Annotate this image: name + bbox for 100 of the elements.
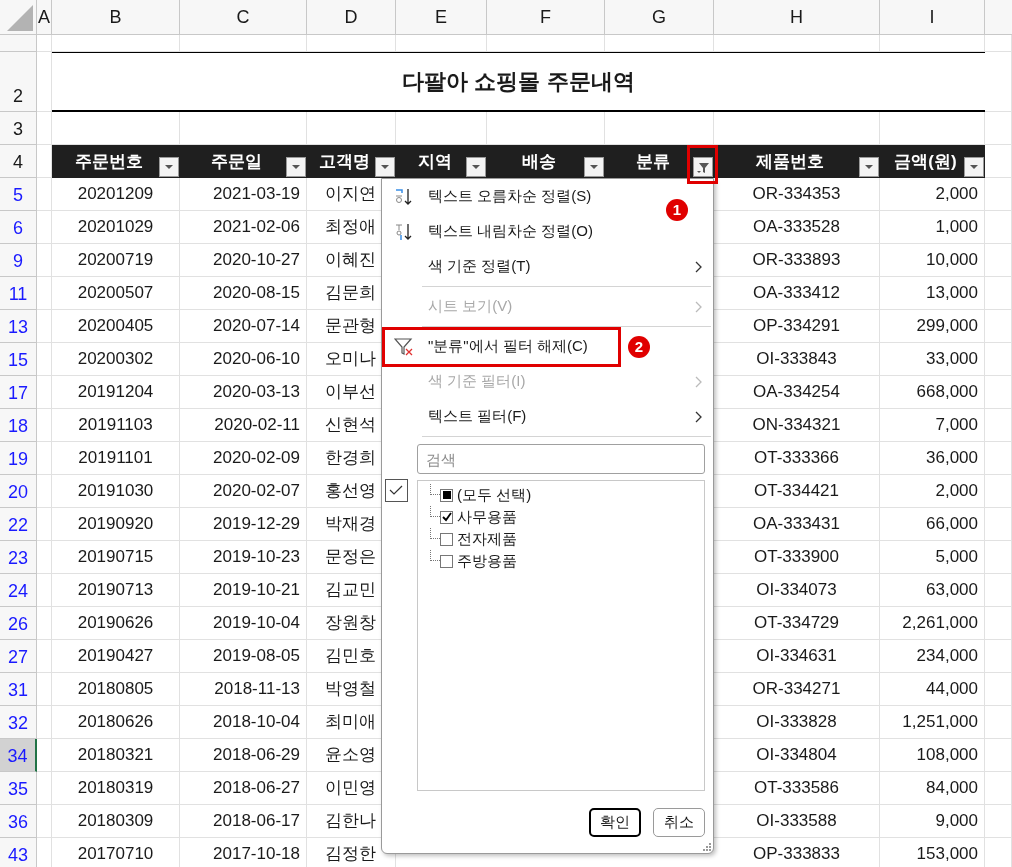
highlight-box: [687, 145, 718, 184]
checkbox[interactable]: [440, 488, 453, 502]
menu-item[interactable]: "분류"에서 필터 해제(C): [382, 329, 598, 364]
customer-cell-text: 이민영: [325, 777, 376, 800]
filter-button[interactable]: [375, 157, 395, 177]
search-field[interactable]: 검색: [417, 444, 705, 474]
menu-item[interactable]: 텍스트 내림차순 정렬(O): [382, 214, 603, 249]
filter-button[interactable]: [693, 157, 713, 177]
resize-grip-icon: [703, 843, 711, 851]
filter-button[interactable]: [964, 157, 984, 177]
amount-cell-text: 668,000: [916, 381, 978, 404]
order-number-cell-text: 20191101: [78, 447, 153, 470]
product-number-cell-text: OI-333843: [756, 348, 837, 371]
checkbox[interactable]: [440, 510, 453, 524]
customer-cell-text: 김교민: [325, 579, 376, 602]
order-number-cell-text: 20180309: [77, 810, 154, 833]
customer-cell-text: 김정한: [325, 843, 376, 866]
filter-button[interactable]: [859, 157, 879, 177]
amount-cell-text: 2,000: [935, 480, 978, 503]
empty-cell: [985, 145, 1012, 178]
value-label: 주방용품: [457, 550, 517, 571]
column-header[interactable]: A: [38, 3, 50, 31]
date-cell-text: 2020-10-27: [213, 249, 300, 272]
empty-cell: [37, 112, 52, 145]
customer-cell-text: 최미애: [325, 711, 376, 734]
order-number-cell-text: 20200302: [77, 348, 154, 371]
sort-ascending-icon: [394, 186, 414, 207]
date-cell-text: 2018-06-27: [213, 777, 300, 800]
customer-cell-text: 김한나: [325, 810, 376, 833]
order-number-cell-text: 20190920: [77, 513, 154, 536]
amount-cell-text: 66,000: [926, 513, 978, 536]
order-number-cell-text: 20190713: [77, 579, 154, 602]
order-number-cell-text: 20201029: [77, 216, 154, 239]
column-header[interactable]: I: [929, 3, 935, 31]
customer-cell-text: 홍선영: [325, 480, 376, 503]
column-header[interactable]: D: [344, 3, 358, 31]
customer-cell-text: 이지연: [325, 183, 376, 206]
product-number-cell-text: OT-333366: [753, 447, 840, 470]
menu-item[interactable]: 텍스트 오름차순 정렬(S): [382, 179, 602, 214]
menu-item[interactable]: 색 기준 정렬(T): [382, 249, 713, 284]
select-all-corner-icon: [7, 5, 33, 31]
column-heading: 제품번호: [756, 150, 825, 173]
row-header[interactable]: 2: [13, 83, 23, 110]
column-heading: 지역: [417, 150, 453, 173]
product-number-cell-text: OT-334421: [753, 480, 840, 503]
date-cell-text: 2020-08-15: [213, 282, 300, 305]
product-number-cell-text: OA-333412: [753, 282, 840, 305]
customer-cell-text: 오미나: [325, 348, 376, 371]
amount-cell-text: 7,000: [935, 414, 978, 437]
product-number-cell-text: OI-334073: [756, 579, 837, 602]
checkbox[interactable]: [440, 554, 453, 568]
order-number-cell-text: 20170710: [77, 843, 154, 866]
date-cell-text: 2019-12-29: [213, 513, 300, 536]
customer-cell-text: 박재경: [325, 513, 376, 536]
product-number-cell-text: OA-333528: [753, 216, 840, 239]
checkbox[interactable]: [440, 532, 453, 546]
dialog-button[interactable]: 확인: [589, 808, 641, 837]
callout-badge: 2: [628, 336, 650, 358]
customer-cell-text: 신현석: [325, 414, 376, 437]
product-number-cell-text: OT-333586: [753, 777, 840, 800]
date-cell-text: 2020-06-10: [213, 348, 300, 371]
column-header[interactable]: C: [236, 3, 250, 31]
filter-button[interactable]: [286, 157, 306, 177]
date-cell-text: 2019-10-23: [213, 546, 300, 569]
amount-cell-text: 5,000: [935, 546, 978, 569]
dialog-button[interactable]: 취소: [653, 808, 705, 837]
filter-button[interactable]: [466, 157, 486, 177]
sheet-title: 다팔아 쇼핑몰 주문내역: [402, 68, 635, 96]
order-number-cell-text: 20200405: [77, 315, 154, 338]
date-cell-text: 2019-08-05: [213, 645, 300, 668]
amount-cell-text: 84,000: [926, 777, 978, 800]
date-cell-text: 2018-06-17: [213, 810, 300, 833]
column-header[interactable]: F: [540, 3, 551, 31]
filter-button[interactable]: [584, 157, 604, 177]
column-heading: 분류: [635, 150, 671, 173]
date-cell-text: 2021-03-19: [213, 183, 300, 206]
order-number-cell-text: 20191103: [78, 414, 153, 437]
empty-cell: [37, 52, 52, 112]
checkmark-icon: [385, 479, 408, 502]
column-header[interactable]: H: [790, 3, 803, 31]
column-header[interactable]: B: [109, 3, 122, 31]
column-heading: 주문일: [211, 150, 263, 173]
amount-cell-text: 108,000: [916, 744, 978, 767]
empty-cell: [985, 112, 1012, 145]
order-number-cell-text: 20191030: [77, 480, 154, 503]
product-number-cell-text: OA-333431: [753, 513, 840, 536]
menu-item[interactable]: 텍스트 필터(F): [382, 399, 713, 434]
column-heading: 금액(원): [894, 150, 958, 173]
value-label: (모두 선택): [457, 484, 532, 505]
date-cell-text: 2017-10-18: [213, 843, 300, 866]
date-cell-text: 2020-03-13: [213, 381, 300, 404]
customer-cell-text: 문관형: [325, 315, 376, 338]
column-header[interactable]: E: [435, 3, 447, 31]
customer-cell-text: 최정애: [325, 216, 376, 239]
column-header[interactable]: G: [652, 3, 666, 31]
amount-cell-text: 44,000: [926, 678, 978, 701]
filter-button[interactable]: [159, 157, 179, 177]
amount-cell-text: 33,000: [926, 348, 978, 371]
order-number-cell-text: 20180626: [77, 711, 154, 734]
date-cell-text: 2021-02-06: [213, 216, 300, 239]
